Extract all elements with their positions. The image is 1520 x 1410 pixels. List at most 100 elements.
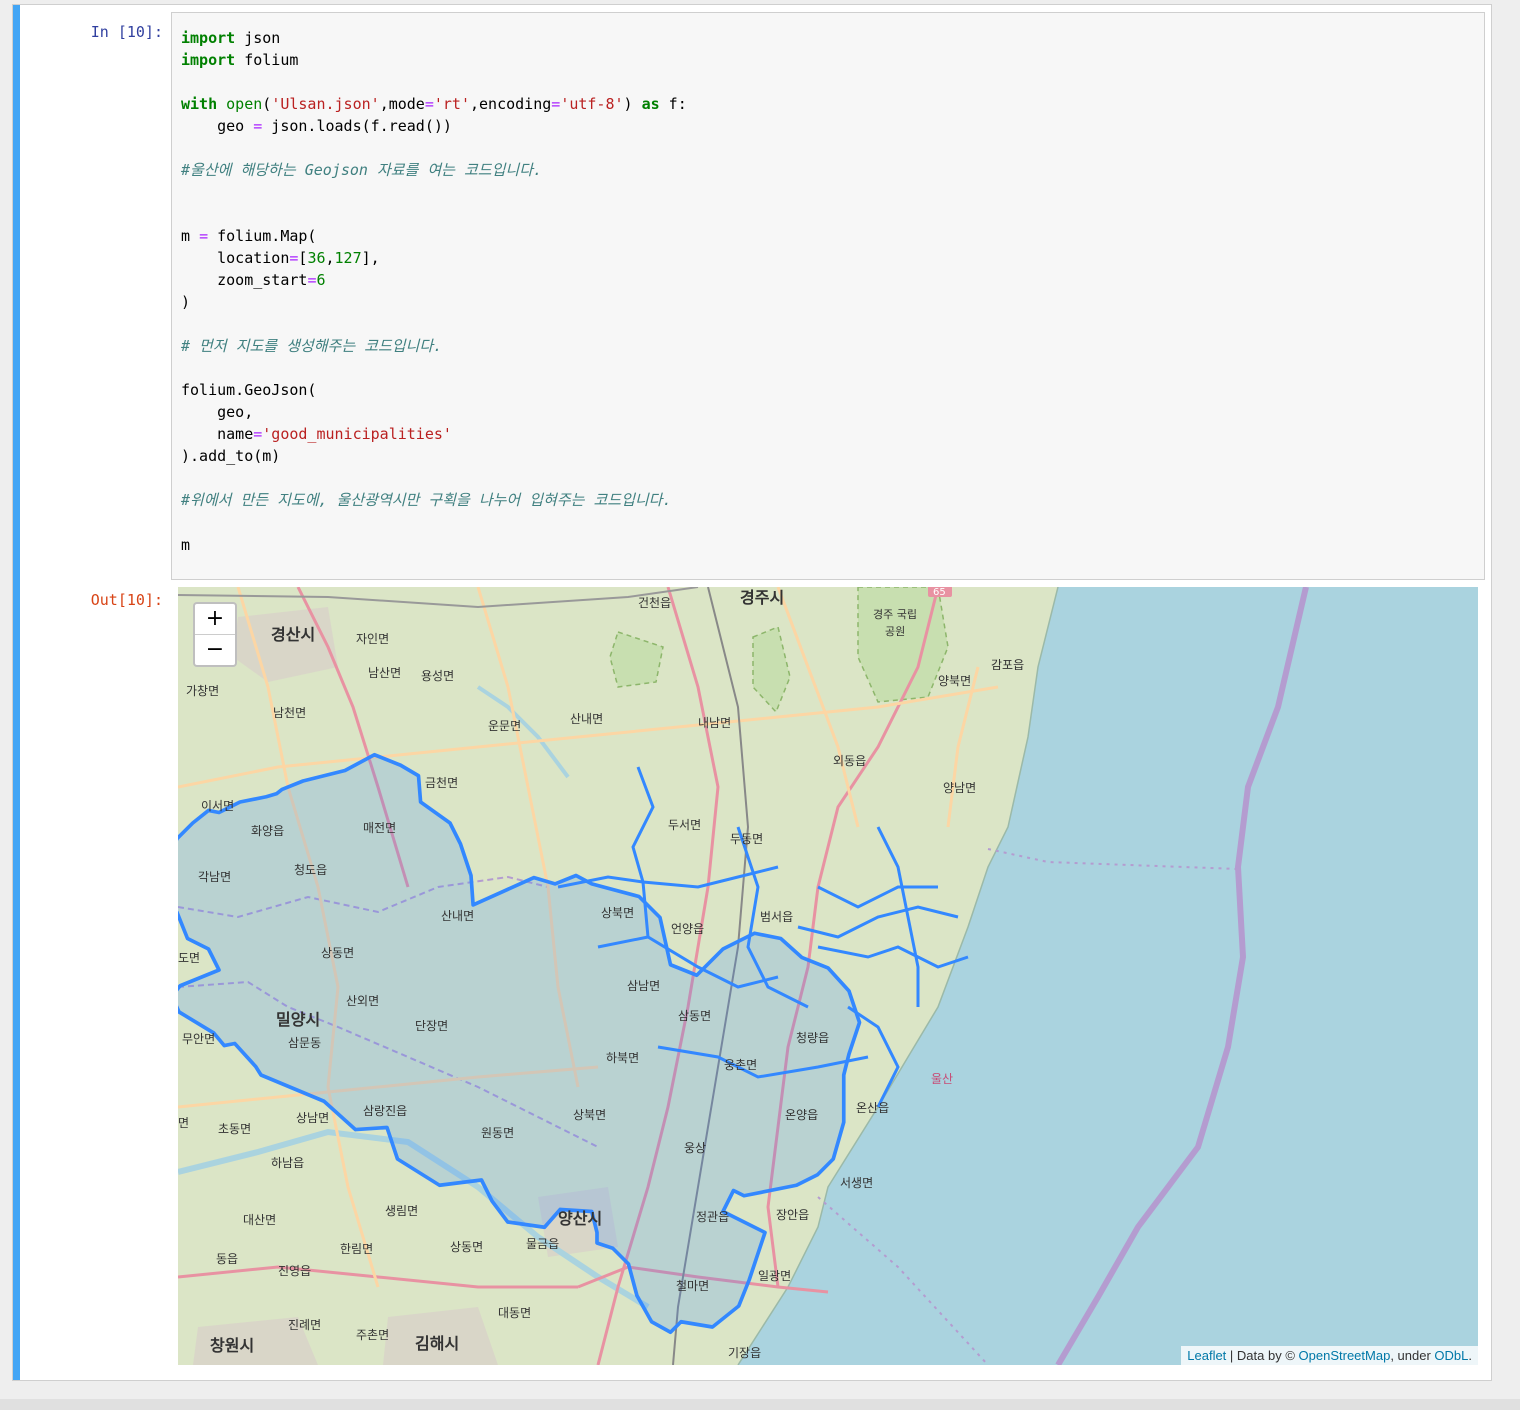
number: 127 [334,249,362,267]
map-label: 청량읍 [796,1031,829,1045]
district-boundary [817,945,969,969]
map-label: 가창면 [186,684,219,698]
map-label: 감포읍 [991,658,1024,672]
code-text: location [181,249,290,267]
output-prompt: Out[10]: [90,591,163,609]
code-line: geo, [181,403,254,421]
code-text: m [181,227,200,245]
map-tiles: 65 경주시 건천읍 경주 국립 공원 감포읍 양북면 경산시 자인면 남산면 … [178,587,1478,1365]
string: 'utf-8' [560,95,624,113]
map-label: 창원시 [210,1336,254,1355]
map-label: 온산읍 [856,1101,889,1115]
map-label: 경산시 [271,625,315,644]
odbl-link[interactable]: ODbL [1434,1348,1468,1363]
map-label: 웅촌면 [724,1058,757,1072]
attribution-text: . [1468,1348,1472,1363]
map-label: 원동면 [481,1126,514,1140]
map-label: 일광면 [758,1269,791,1283]
builtin: open [226,95,263,113]
code-text: f: [659,95,687,113]
code-comment: #위에서 만든 지도에, 울산광역시만 구획을 나누어 입혀주는 코드입니다. [181,491,672,509]
code-line: import json [181,27,280,49]
map-attribution: Leaflet | Data by © OpenStreetMap, under… [1181,1346,1478,1365]
map-label: 상북면 [601,906,634,920]
map-label: 남천면 [273,705,306,720]
primary-road [178,685,999,789]
osm-link[interactable]: OpenStreetMap [1299,1348,1391,1363]
code-line: zoom_start=6 [181,269,326,291]
code-text: ,encoding [470,95,552,113]
map-label: 상남면 [296,1111,329,1125]
code-line: folium.GeoJson( [181,381,317,399]
map-label: 대동면 [498,1306,531,1320]
code-text: folium.Map( [208,227,317,245]
string: 'good_municipalities' [262,425,452,443]
map-label: 양남면 [943,781,976,795]
park-area [609,631,664,688]
map-label: 산외면 [346,994,379,1008]
map-label: 화양읍 [251,824,284,838]
map-label: 한림면 [340,1242,373,1256]
code-text: json.loads(f.read()) [262,117,452,135]
code-comment: #울산에 해당하는 Geojson 자료를 여는 코드입니다. [181,161,543,179]
map-label: 진례면 [288,1318,321,1332]
keyword: as [641,95,660,113]
zoom-out-button[interactable]: − [195,634,235,665]
map-label: 외동읍 [833,754,866,768]
map-label: 무안면 [182,1032,215,1046]
code-line: import folium [181,49,298,71]
district-boundary [817,885,938,909]
map-label: 웅상 [684,1141,706,1155]
zoom-in-button[interactable]: + [195,604,235,634]
map-label: 하남읍 [271,1156,304,1170]
code-line: ) [181,293,191,311]
code-text: ( [262,95,272,113]
code-text: zoom_start [181,271,308,289]
code-line: with open('Ulsan.json',mode='rt',encodin… [181,93,687,115]
code-line: geo = json.loads(f.read()) [181,115,452,137]
park-area [752,625,791,714]
map-label: 서생면 [840,1176,873,1190]
map-label: 상북면 [573,1108,606,1122]
map-label: 삼랑진읍 [363,1104,407,1118]
map-label: 울산 [931,1072,953,1086]
map-label: 밀양시 [276,1010,320,1029]
operator: = [253,117,263,135]
code-editor[interactable]: import json import folium with open('Uls… [171,12,1485,580]
map-label: 정관읍 [696,1210,729,1224]
map-label: 단장면 [415,1019,448,1033]
map-label: 공원 [885,625,905,638]
map-label: 두서면 [668,818,701,832]
string: 'rt' [433,95,470,113]
map-label: 운문면 [488,719,521,733]
railway [178,587,699,609]
notebook-cell[interactable]: In [10]: import json import folium with … [12,4,1492,1381]
code-line: m = folium.Map( [181,225,316,247]
code-line: ).add_to(m) [181,447,281,465]
district-boundary [797,905,959,939]
code-text: name [181,425,254,443]
map-label: 하북면 [606,1051,639,1065]
map-label: 금천면 [425,775,458,790]
map-label: 내남면 [698,716,731,730]
map-label: 장안읍 [776,1208,809,1222]
code-text: geo [181,117,254,135]
cell-selection-bar [13,5,20,1380]
number: 6 [316,271,326,289]
leaflet-link[interactable]: Leaflet [1187,1348,1226,1363]
map-label: 주촌면 [356,1328,389,1342]
map-label: 양북면 [938,674,971,688]
code-text: , [325,249,335,267]
folium-map[interactable]: 65 경주시 건천읍 경주 국립 공원 감포읍 양북면 경산시 자인면 남산면 … [178,587,1478,1365]
map-label: 삼남면 [627,979,660,993]
map-label: 초동면 [218,1122,251,1136]
code-text: folium [235,51,299,69]
code-comment: # 먼저 지도를 생성해주는 코드입니다. [181,337,443,355]
map-label: 청도읍 [294,863,327,877]
map-label: 양산시 [558,1209,602,1228]
map-label: 철마면 [676,1279,709,1293]
horizontal-scrollbar[interactable] [0,1399,1520,1410]
attribution-text: | Data by © [1226,1348,1299,1363]
operator: = [199,227,209,245]
operator: = [424,95,434,113]
